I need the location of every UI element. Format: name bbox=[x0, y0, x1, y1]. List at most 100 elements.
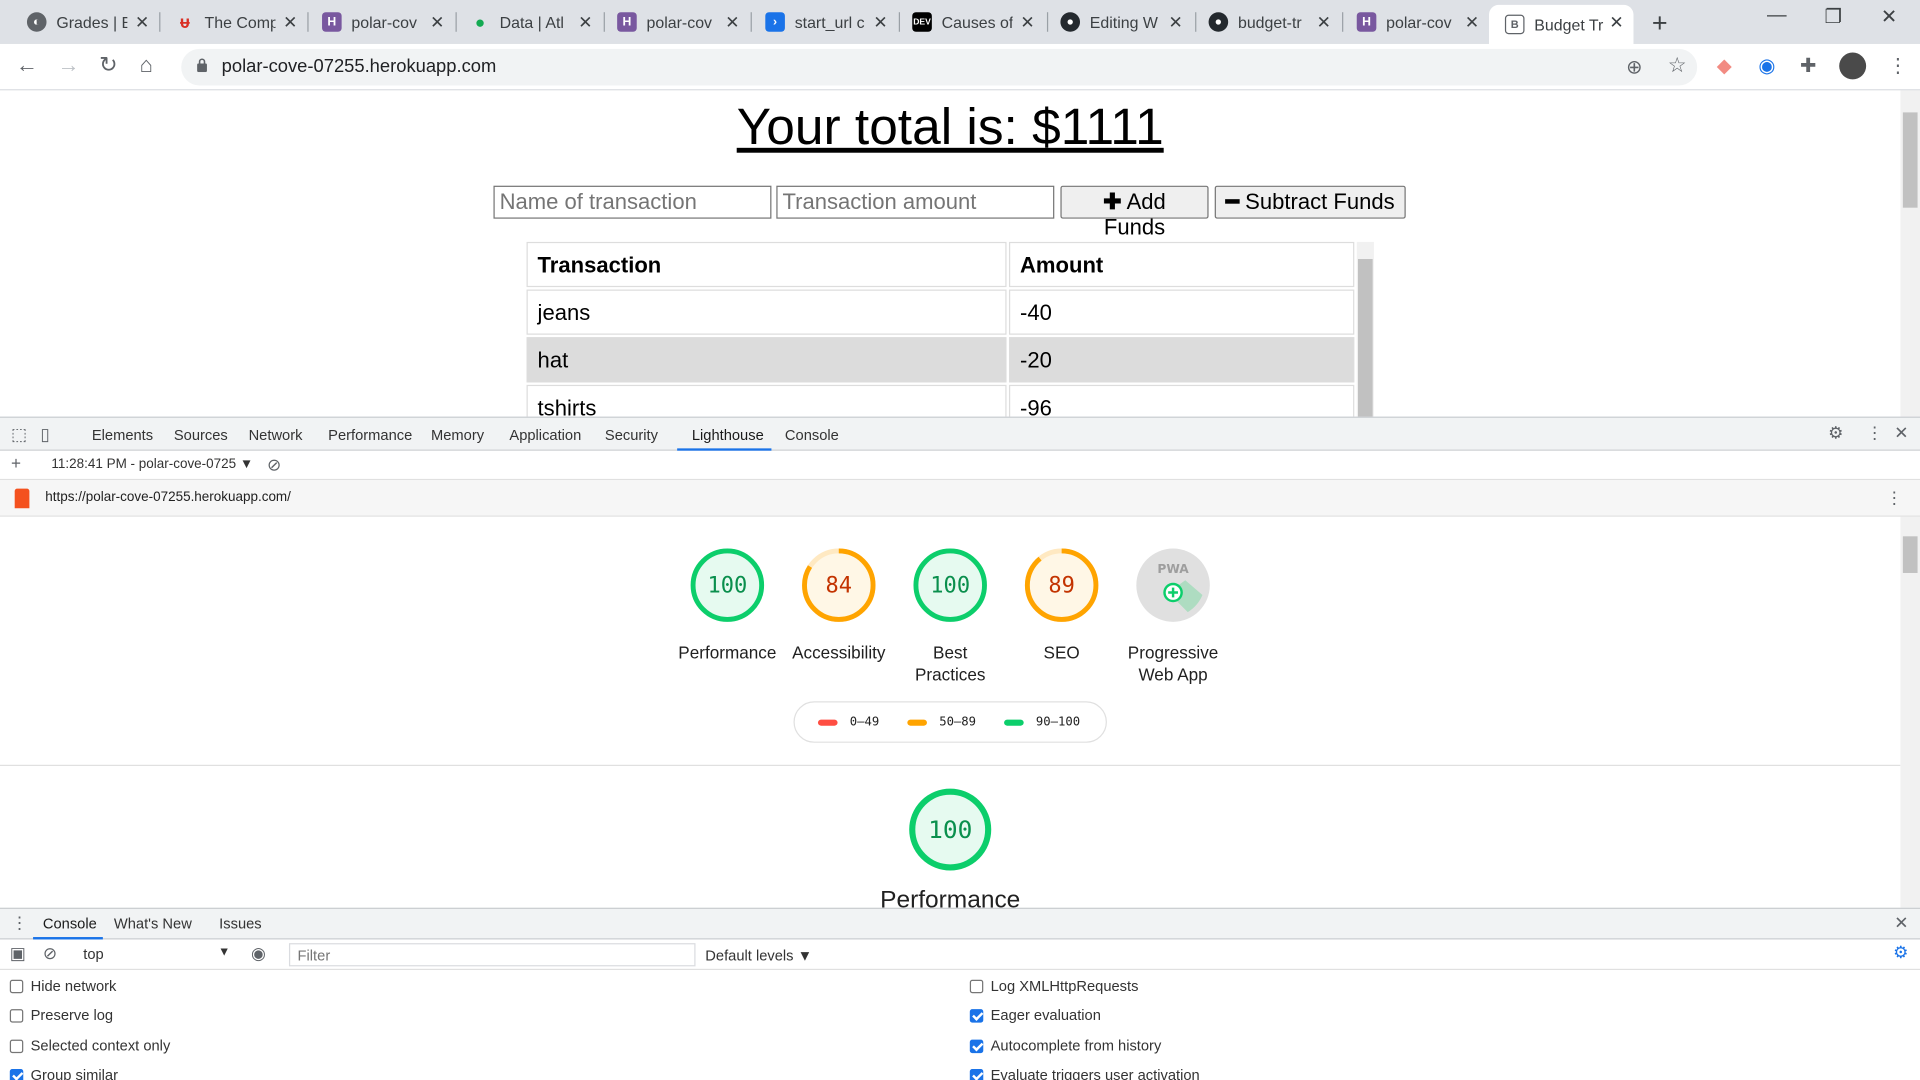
minimize-icon[interactable]: — bbox=[1767, 5, 1787, 27]
close-tab-icon[interactable]: ✕ bbox=[1609, 12, 1623, 33]
drawer-menu-icon[interactable]: ⋮ bbox=[11, 913, 28, 934]
context-selector[interactable]: top ▼ bbox=[73, 942, 235, 966]
checkbox-box[interactable] bbox=[969, 1039, 984, 1053]
drawer-tab-issues[interactable]: Issues bbox=[219, 915, 261, 932]
profile-avatar[interactable] bbox=[1839, 52, 1867, 80]
home-icon[interactable]: ⌂ bbox=[140, 53, 153, 79]
score-gauge[interactable]: 100 Best Practices bbox=[894, 546, 1007, 685]
browser-tab[interactable]: ● Editing W ✕ bbox=[1060, 5, 1183, 39]
browser-tab[interactable]: H polar-cov ✕ bbox=[1356, 5, 1479, 39]
scrollbar-thumb[interactable] bbox=[1357, 259, 1373, 417]
checkbox-box[interactable] bbox=[9, 1039, 24, 1053]
forward-icon[interactable]: → bbox=[58, 53, 80, 79]
reload-icon[interactable]: ↻ bbox=[99, 53, 117, 79]
extension-icon[interactable]: ◆ bbox=[1717, 54, 1732, 78]
scrollbar-thumb[interactable] bbox=[1902, 112, 1918, 208]
close-tab-icon[interactable]: ✕ bbox=[873, 12, 887, 33]
pwa-badge[interactable]: PWA Progressive Web App bbox=[1117, 546, 1230, 685]
transaction-name-input[interactable] bbox=[493, 185, 772, 219]
extensions-puzzle-icon[interactable]: ✚ bbox=[1800, 54, 1816, 78]
browser-tab[interactable]: › start_url c ✕ bbox=[765, 5, 888, 39]
tab-console[interactable]: Console bbox=[785, 426, 839, 443]
checkbox-box[interactable] bbox=[969, 1008, 984, 1022]
scrollbar-thumb[interactable] bbox=[1902, 536, 1918, 573]
close-tab-icon[interactable]: ✕ bbox=[283, 12, 297, 33]
close-tab-icon[interactable]: ✕ bbox=[430, 12, 444, 33]
checkbox-box[interactable] bbox=[9, 1068, 24, 1080]
device-toolbar-icon[interactable]: ▯ bbox=[40, 424, 49, 445]
checkbox-box[interactable] bbox=[969, 1068, 984, 1080]
install-app-icon[interactable]: ⊕ bbox=[1626, 55, 1642, 79]
new-report-icon[interactable]: + bbox=[11, 453, 21, 473]
clear-reports-icon[interactable]: ⊘ bbox=[267, 454, 281, 475]
drawer-tab-console[interactable]: Console bbox=[43, 915, 97, 932]
close-tab-icon[interactable]: ✕ bbox=[1465, 12, 1479, 33]
browser-menu-icon[interactable]: ⋮ bbox=[1888, 54, 1908, 78]
transaction-amount-input[interactable] bbox=[776, 185, 1055, 219]
close-tab-icon[interactable]: ✕ bbox=[578, 12, 592, 33]
extension-icon[interactable]: ◉ bbox=[1758, 54, 1775, 78]
hide-network-checkbox[interactable]: Hide network bbox=[9, 977, 116, 994]
console-filter-input[interactable] bbox=[288, 943, 696, 967]
score-gauge[interactable]: 84 Accessibility bbox=[782, 546, 895, 663]
close-tab-icon[interactable]: ✕ bbox=[1317, 12, 1331, 33]
tab-lighthouse[interactable]: Lighthouse bbox=[692, 426, 764, 443]
checkbox-box[interactable] bbox=[969, 979, 984, 993]
subtract-funds-button[interactable]: ━ Subtract Funds bbox=[1214, 185, 1406, 219]
settings-gear-icon[interactable]: ⚙ bbox=[1828, 423, 1843, 444]
close-devtools-icon[interactable]: ✕ bbox=[1894, 423, 1908, 444]
browser-tab[interactable]: ● budget-tr ✕ bbox=[1208, 5, 1331, 39]
close-tab-icon[interactable]: ✕ bbox=[1020, 12, 1034, 33]
sidebar-toggle-icon[interactable]: ▣ bbox=[10, 943, 26, 964]
more-options-icon[interactable]: ⋮ bbox=[1866, 423, 1883, 444]
report-menu-icon[interactable]: ⋮ bbox=[1886, 487, 1903, 508]
selected-context-checkbox[interactable]: Selected context only bbox=[9, 1037, 170, 1054]
tab-network[interactable]: Network bbox=[249, 426, 303, 443]
new-tab-button[interactable]: + bbox=[1652, 7, 1668, 39]
tab-sources[interactable]: Sources bbox=[174, 426, 228, 443]
browser-tab-active[interactable]: B Budget Tr ✕ bbox=[1488, 4, 1634, 44]
browser-tab[interactable]: ◐ Grades | B ✕ bbox=[26, 5, 149, 39]
score-gauge[interactable]: 100 Performance bbox=[671, 546, 784, 663]
close-window-icon[interactable]: ✕ bbox=[1881, 5, 1897, 29]
tab-security[interactable]: Security bbox=[605, 426, 658, 443]
tab-application[interactable]: Application bbox=[509, 426, 581, 443]
report-selector[interactable]: 11:28:41 PM - polar-cove-0725 ▼ bbox=[51, 457, 253, 472]
log-xhr-checkbox[interactable]: Log XMLHttpRequests bbox=[969, 977, 1138, 994]
group-similar-checkbox[interactable]: Group similar bbox=[9, 1067, 118, 1080]
preserve-log-checkbox[interactable]: Preserve log bbox=[9, 1007, 113, 1024]
back-icon[interactable]: ← bbox=[16, 53, 38, 79]
bookmark-star-icon[interactable]: ☆ bbox=[1668, 54, 1687, 78]
close-tab-icon[interactable]: ✕ bbox=[1168, 12, 1182, 33]
clear-console-icon[interactable]: ⊘ bbox=[43, 943, 57, 964]
tab-elements[interactable]: Elements bbox=[92, 426, 153, 443]
table-scrollbar[interactable] bbox=[1356, 241, 1374, 417]
report-url[interactable]: https://polar-cove-07255.herokuapp.com/ bbox=[45, 490, 291, 505]
restore-icon[interactable]: ❐ bbox=[1825, 5, 1843, 29]
console-settings-icon[interactable]: ⚙ bbox=[1893, 942, 1908, 963]
close-tab-icon[interactable]: ✕ bbox=[135, 12, 149, 33]
browser-tab[interactable]: ᵾ The Comp ✕ bbox=[175, 5, 298, 39]
autocomplete-history-checkbox[interactable]: Autocomplete from history bbox=[969, 1037, 1161, 1054]
checkbox-box[interactable] bbox=[9, 979, 24, 993]
tab-performance[interactable]: Performance bbox=[328, 426, 412, 443]
browser-tab[interactable]: DEV Causes of ✕ bbox=[912, 5, 1035, 39]
live-expression-eye-icon[interactable]: ◉ bbox=[251, 943, 266, 964]
tab-memory[interactable]: Memory bbox=[431, 426, 484, 443]
address-bar[interactable]: polar-cove-07255.herokuapp.com ⊕ ☆ bbox=[181, 48, 1698, 86]
close-drawer-icon[interactable]: ✕ bbox=[1894, 913, 1908, 934]
browser-tab[interactable]: H polar-cov ✕ bbox=[322, 5, 444, 39]
inspect-element-icon[interactable]: ⬚ bbox=[11, 424, 27, 445]
browser-tab[interactable]: H polar-cov ✕ bbox=[617, 5, 740, 39]
browser-tab[interactable]: ● Data | Atl ✕ bbox=[470, 5, 593, 39]
add-funds-button[interactable]: ✚ Add Funds bbox=[1060, 185, 1209, 239]
page-scrollbar[interactable] bbox=[1900, 90, 1920, 417]
checkbox-box[interactable] bbox=[9, 1008, 24, 1022]
close-tab-icon[interactable]: ✕ bbox=[725, 12, 739, 33]
evaluate-triggers-checkbox[interactable]: Evaluate triggers user activation bbox=[969, 1067, 1200, 1080]
score-gauge[interactable]: 89 SEO bbox=[1005, 546, 1118, 663]
eager-evaluation-checkbox[interactable]: Eager evaluation bbox=[969, 1007, 1101, 1024]
drawer-tab-whats-new[interactable]: What's New bbox=[114, 915, 192, 932]
report-scrollbar[interactable] bbox=[1900, 516, 1920, 908]
default-levels-dropdown[interactable]: Default levels ▼ bbox=[705, 947, 812, 964]
